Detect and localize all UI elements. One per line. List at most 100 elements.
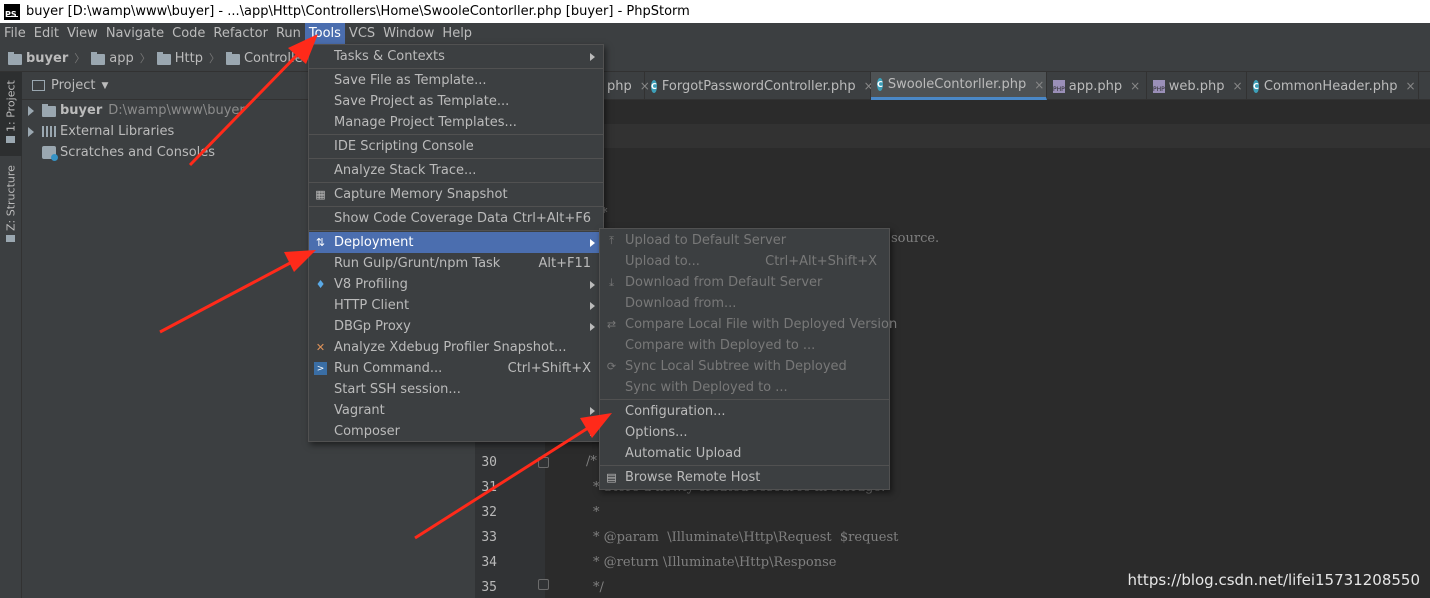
expand-arrow-icon[interactable] <box>28 105 34 116</box>
folder-icon <box>6 136 16 144</box>
current-line-highlight <box>475 124 1430 148</box>
menu-item-manage-project-templates[interactable]: Manage Project Templates... <box>309 112 603 133</box>
menu-divider <box>309 158 603 159</box>
code-line: * <box>593 505 600 520</box>
breadcrumb-item-app[interactable]: app <box>91 51 134 66</box>
menu-item-browse-remote-host[interactable]: ▤ Browse Remote Host <box>600 467 889 488</box>
submenu-arrow-icon <box>590 280 595 289</box>
submenu-arrow-icon <box>590 427 595 436</box>
menu-item-upload-default-server[interactable]: ⤒ Upload to Default Server <box>600 230 889 251</box>
chevron-down-icon[interactable]: ▼ <box>101 81 108 91</box>
menu-item-show-code-coverage[interactable]: Show Code Coverage Data Ctrl+Alt+F6 <box>309 208 603 229</box>
tab-forgot-password-controller[interactable]: C ForgotPasswordController.php × <box>645 72 874 100</box>
watermark-text: https://blog.csdn.net/lifei15731208550 <box>1127 571 1420 589</box>
submenu-arrow-icon <box>590 52 595 61</box>
expand-arrow-icon[interactable] <box>28 126 34 137</box>
menu-refactor[interactable]: Refactor <box>209 23 272 45</box>
menu-divider <box>309 182 603 183</box>
menu-file[interactable]: File <box>0 23 30 45</box>
scratches-icon <box>42 146 58 161</box>
menu-item-sync-local-subtree[interactable]: ⟳ Sync Local Subtree with Deployed <box>600 356 889 377</box>
menu-item-capture-memory-snapshot[interactable]: ▦ Capture Memory Snapshot <box>309 184 603 205</box>
menu-item-compare-local-deployed[interactable]: ⇄ Compare Local File with Deployed Versio… <box>600 314 897 335</box>
menu-item-upload-to[interactable]: Upload to... Ctrl+Alt+Shift+X <box>600 251 889 272</box>
deployment-icon: ⇅ <box>315 236 326 249</box>
close-icon[interactable]: × <box>1034 78 1044 92</box>
menu-item-v8-profiling[interactable]: ♦ V8 Profiling <box>309 274 603 295</box>
menubar: File Edit View Navigate Code Refactor Ru… <box>0 23 1430 45</box>
tool-window-strip: 1: Project Z: Structure <box>0 72 22 598</box>
tab-php[interactable]: php × <box>601 72 650 100</box>
menu-edit[interactable]: Edit <box>30 23 63 45</box>
close-icon[interactable]: × <box>1405 79 1415 93</box>
window-title: buyer [D:\wamp\www\buyer] - ...\app\Http… <box>26 4 690 19</box>
menu-item-dbgp-proxy[interactable]: DBGp Proxy <box>309 316 603 337</box>
memory-snapshot-icon: ▦ <box>315 188 326 201</box>
menu-item-composer[interactable]: Composer <box>309 421 603 442</box>
menu-vcs[interactable]: VCS <box>345 23 379 45</box>
menu-item-start-ssh[interactable]: Start SSH session... <box>309 379 603 400</box>
menu-item-tasks-contexts[interactable]: Tasks & Contexts <box>309 46 603 67</box>
menu-item-run-gulp-task[interactable]: Run Gulp/Grunt/npm Task Alt+F11 <box>309 253 603 274</box>
php-file-icon: PHP <box>1053 79 1065 93</box>
tab-common-header[interactable]: C CommonHeader.php × <box>1247 72 1419 100</box>
close-icon[interactable]: × <box>1130 79 1140 93</box>
tools-menu: Tasks & Contexts Save File as Template..… <box>308 44 604 442</box>
menu-help[interactable]: Help <box>438 23 476 45</box>
close-icon[interactable]: × <box>1233 79 1243 93</box>
line-number: 31 <box>481 480 497 495</box>
folder-icon <box>91 51 106 65</box>
menu-tools[interactable]: Tools <box>304 23 345 45</box>
upload-icon: ⤒ <box>609 233 614 247</box>
menu-item-http-client[interactable]: HTTP Client <box>309 295 603 316</box>
menu-item-deployment[interactable]: ⇅ Deployment <box>309 232 603 253</box>
menu-item-analyze-stack-trace[interactable]: Analyze Stack Trace... <box>309 160 603 181</box>
menu-item-run-command[interactable]: > Run Command... Ctrl+Shift+X <box>309 358 603 379</box>
breadcrumb-separator: 〉 <box>74 52 86 65</box>
menu-window[interactable]: Window <box>379 23 438 45</box>
menu-run[interactable]: Run <box>272 23 305 45</box>
structure-icon <box>6 235 16 243</box>
submenu-arrow-icon <box>590 322 595 331</box>
code-line: * @param \Illuminate\Http\Request $reque… <box>593 530 899 545</box>
menu-item-sync-deployed-to[interactable]: Sync with Deployed to ... <box>600 377 889 398</box>
menu-item-download-default-server[interactable]: ⤓ Download from Default Server <box>600 272 889 293</box>
tab-swoole-contorller[interactable]: C SwooleContorller.php × <box>871 72 1047 100</box>
menu-item-compare-deployed-to[interactable]: Compare with Deployed to ... <box>600 335 889 356</box>
line-number: 35 <box>481 580 497 595</box>
breadcrumb-item-buyer[interactable]: buyer <box>8 51 68 66</box>
menu-item-analyze-xdebug[interactable]: ✕ Analyze Xdebug Profiler Snapshot... <box>309 337 603 358</box>
menu-item-save-project-template[interactable]: Save Project as Template... <box>309 91 603 112</box>
project-view-icon <box>32 80 45 91</box>
remote-host-icon: ▤ <box>606 471 617 484</box>
tab-app-php[interactable]: PHP app.php × <box>1047 72 1147 100</box>
download-icon: ⤓ <box>609 275 614 289</box>
submenu-arrow-icon <box>590 238 595 247</box>
tab-project-tool[interactable]: 1: Project <box>0 72 22 156</box>
menu-item-configuration[interactable]: Configuration... <box>600 401 889 422</box>
fold-marker-icon[interactable] <box>538 579 549 590</box>
deployment-submenu: ⤒ Upload to Default Server Upload to... Ct… <box>599 228 897 490</box>
menu-item-download-from[interactable]: Download from... <box>600 293 889 314</box>
xdebug-icon: ✕ <box>315 341 326 354</box>
tab-web-php[interactable]: PHP web.php × <box>1147 72 1247 100</box>
menu-code[interactable]: Code <box>168 23 209 45</box>
menu-item-ide-scripting-console[interactable]: IDE Scripting Console <box>309 136 603 157</box>
menu-navigate[interactable]: Navigate <box>102 23 168 45</box>
breadcrumb: buyer 〉 app 〉 Http 〉 Controllers 〉 H <box>0 45 1430 72</box>
editor-tabbar: php × C ForgotPasswordController.php × C S… <box>475 72 1430 100</box>
breadcrumb-separator: 〉 <box>139 52 151 65</box>
menu-item-vagrant[interactable]: Vagrant <box>309 400 603 421</box>
menu-item-save-file-template[interactable]: Save File as Template... <box>309 70 603 91</box>
menu-item-options[interactable]: Options... <box>600 422 889 443</box>
line-number: 34 <box>481 555 497 570</box>
menu-view[interactable]: View <box>63 23 102 45</box>
breadcrumb-item-controllers[interactable]: Controllers <box>225 51 315 66</box>
breadcrumb-item-http[interactable]: Http <box>156 51 203 66</box>
sync-icon: ⟳ <box>606 360 617 373</box>
menu-divider <box>309 134 603 135</box>
tab-structure-tool[interactable]: Z: Structure <box>0 164 22 248</box>
fold-marker-icon[interactable] <box>538 457 549 468</box>
menu-item-automatic-upload[interactable]: Automatic Upload <box>600 443 889 464</box>
folder-icon <box>225 51 240 65</box>
